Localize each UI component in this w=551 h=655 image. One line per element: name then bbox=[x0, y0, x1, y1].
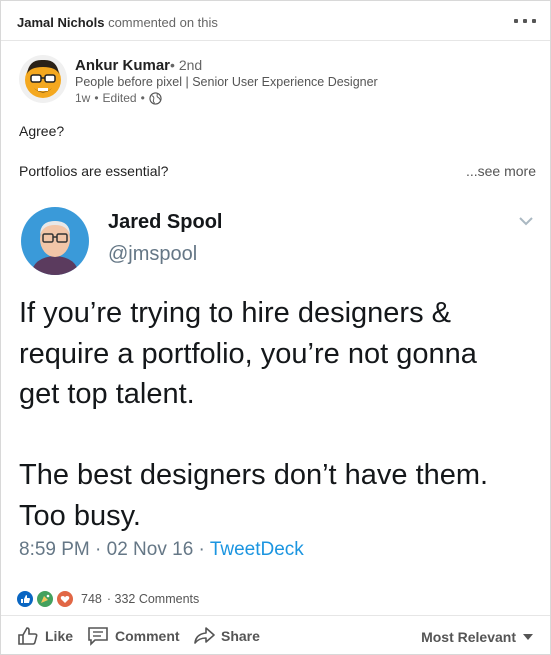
share-icon bbox=[194, 627, 215, 644]
activity-actor[interactable]: Jamal Nichols bbox=[17, 15, 104, 30]
author-headline: People before pixel | Senior User Experi… bbox=[75, 75, 378, 89]
reaction-count[interactable]: 748 bbox=[81, 592, 102, 606]
tweet-avatar bbox=[21, 207, 89, 275]
connection-degree: • 2nd bbox=[170, 57, 203, 73]
see-more-link[interactable]: ...see more bbox=[466, 163, 536, 179]
author-avatar[interactable] bbox=[19, 55, 67, 103]
author-name-row: Ankur Kumar• 2nd bbox=[75, 57, 202, 74]
like-button[interactable]: Like bbox=[17, 626, 73, 646]
author-name[interactable]: Ankur Kumar bbox=[75, 57, 170, 74]
embedded-tweet-image[interactable]: Jared Spool @jmspool If you’re trying to… bbox=[1, 193, 550, 571]
post-time: 1w bbox=[75, 91, 91, 105]
sort-dropdown[interactable]: Most Relevant bbox=[421, 629, 534, 645]
activity-action: commented on this bbox=[108, 15, 218, 30]
activity-text: Jamal Nichols commented on this bbox=[17, 15, 218, 30]
share-button[interactable]: Share bbox=[193, 626, 260, 646]
tweet-author-name: Jared Spool bbox=[108, 211, 223, 233]
share-label: Share bbox=[221, 628, 260, 644]
social-counts: 748 · 332 Comments bbox=[17, 589, 199, 609]
globe-icon bbox=[149, 91, 162, 105]
love-reaction-icon bbox=[57, 591, 73, 607]
tweet-handle: @jmspool bbox=[108, 243, 198, 265]
action-bar: Like Comment Share Most Relevant bbox=[1, 615, 550, 655]
post-author: Ankur Kumar• 2nd People before pixel | S… bbox=[19, 53, 539, 109]
meta-separator: • bbox=[94, 91, 99, 105]
tweet-body: If you’re trying to hire designers & req… bbox=[19, 297, 489, 532]
sort-caret-icon bbox=[523, 634, 533, 640]
comment-icon bbox=[88, 627, 108, 646]
edited-label: Edited bbox=[102, 91, 137, 105]
tweet-source: TweetDeck bbox=[209, 539, 304, 560]
chevron-down-icon bbox=[519, 217, 533, 226]
feed-post-card: Jamal Nichols commented on this Ankur Ku… bbox=[0, 0, 551, 655]
celebrate-reaction-icon bbox=[37, 591, 53, 607]
activity-header: Jamal Nichols commented on this bbox=[1, 1, 550, 41]
post-meta: 1w • Edited • bbox=[75, 91, 162, 105]
sort-label: Most Relevant bbox=[421, 629, 516, 645]
comment-label: Comment bbox=[115, 628, 180, 644]
post-text-line: Agree? bbox=[19, 123, 65, 139]
more-dots-icon[interactable] bbox=[514, 19, 536, 23]
like-icon bbox=[18, 627, 38, 645]
like-label: Like bbox=[45, 628, 74, 644]
tweet-timestamp: 8:59 PM · 02 Nov 16 · bbox=[19, 539, 210, 560]
meta-separator: • bbox=[140, 91, 145, 105]
comment-button[interactable]: Comment bbox=[87, 626, 180, 646]
tweet-meta: 8:59 PM · 02 Nov 16 · TweetDeck bbox=[19, 539, 304, 561]
comment-count[interactable]: · 332 Comments bbox=[107, 592, 199, 606]
like-reaction-icon bbox=[17, 591, 33, 607]
post-text-line: Portfolios are essential? bbox=[19, 163, 169, 179]
